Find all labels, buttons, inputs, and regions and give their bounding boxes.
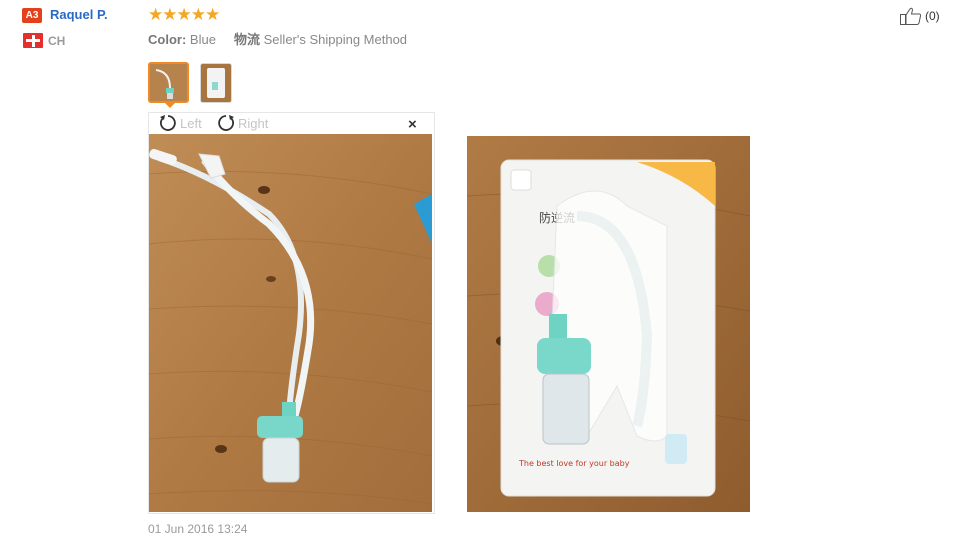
- review-photo-secondary[interactable]: 防逆流 The best love for your baby: [467, 136, 750, 512]
- rotate-right-icon: [218, 115, 234, 131]
- helpful-count: (0): [925, 9, 940, 23]
- thumbs-up-icon: [900, 7, 922, 25]
- rotate-left-label: Left: [180, 115, 202, 131]
- review-thumbnail-2[interactable]: [200, 63, 232, 103]
- color-value: Blue: [189, 32, 216, 47]
- reviewer-country: CH: [48, 34, 66, 48]
- packaging-tagline: The best love for your baby: [518, 459, 630, 468]
- star-icon: ★: [205, 5, 220, 24]
- star-icon: ★: [148, 5, 163, 24]
- star-icon: ★: [190, 5, 206, 24]
- reviewer-level-badge: A3: [22, 8, 42, 23]
- rotate-right-button[interactable]: Right: [216, 113, 268, 133]
- order-attributes: Color: Blue 物流 Seller's Shipping Method: [148, 29, 407, 48]
- review-thumbnail-1[interactable]: [148, 62, 189, 103]
- reviewer-name[interactable]: Raquel P.: [50, 7, 108, 22]
- review-photo-large: [149, 134, 432, 512]
- close-viewer-button[interactable]: ×: [408, 116, 417, 133]
- rotate-right-label: Right: [238, 115, 269, 131]
- helpful-button[interactable]: (0): [899, 6, 940, 26]
- star-icon: ★: [176, 5, 192, 24]
- star-rating: ★★★★★: [148, 5, 220, 25]
- rotate-left-button[interactable]: Left: [158, 113, 202, 133]
- shipping-label: 物流: [234, 32, 261, 47]
- rotate-left-icon: [160, 115, 176, 131]
- country-flag-icon: [23, 33, 43, 48]
- shipping-value: Seller's Shipping Method: [263, 32, 408, 47]
- active-thumbnail-pointer: [163, 101, 177, 108]
- star-icon: ★: [162, 5, 177, 24]
- color-label: Color:: [148, 32, 187, 47]
- review-date: 01 Jun 2016 13:24: [148, 522, 248, 536]
